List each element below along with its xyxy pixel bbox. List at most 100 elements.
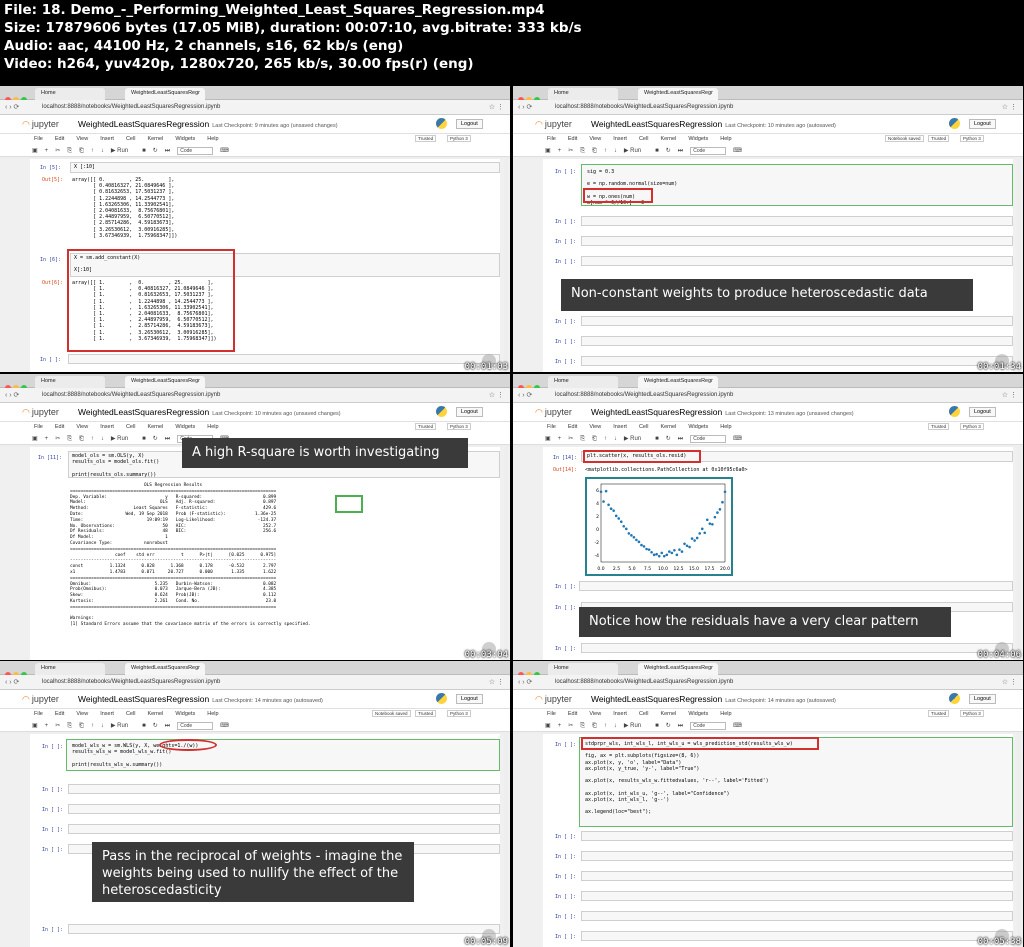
cut-icon[interactable]: ✂ — [55, 723, 60, 729]
notebook-title[interactable]: WeightedLeastSquaresRegression Last Check… — [591, 407, 854, 417]
save-icon[interactable]: ▣ — [545, 723, 551, 729]
empty-cell[interactable] — [581, 891, 1013, 901]
tab-home[interactable]: Home — [548, 663, 618, 675]
bookmark-icon[interactable]: ☆ ⋮ — [1002, 678, 1017, 686]
copy-icon[interactable]: ⎘ — [67, 436, 72, 442]
add-cell-icon[interactable]: + — [558, 148, 562, 154]
fast-forward-icon[interactable]: ⏭ — [678, 436, 683, 442]
menu-kernel[interactable]: Kernel — [147, 136, 163, 142]
empty-cell[interactable] — [581, 356, 1013, 366]
menu-edit[interactable]: Edit — [568, 424, 577, 430]
bookmark-icon[interactable]: ☆ ⋮ — [489, 678, 504, 686]
empty-cell[interactable] — [581, 256, 1013, 266]
menu-help[interactable]: Help — [207, 424, 218, 430]
keyboard-icon[interactable]: ⌨ — [733, 436, 742, 442]
menu-help[interactable]: Help — [207, 711, 218, 717]
cut-icon[interactable]: ✂ — [55, 436, 60, 442]
add-cell-icon[interactable]: + — [45, 436, 49, 442]
empty-cell[interactable] — [581, 643, 1013, 653]
menu-file[interactable]: File — [547, 136, 556, 142]
paste-icon[interactable]: ⎗ — [79, 436, 84, 442]
trusted-badge[interactable]: Trusted — [415, 135, 437, 142]
bookmark-icon[interactable]: ☆ ⋮ — [1002, 391, 1017, 399]
menu-file[interactable]: File — [34, 136, 43, 142]
menu-view[interactable]: View — [76, 136, 88, 142]
trusted-badge[interactable]: Trusted — [928, 710, 950, 717]
move-up-icon[interactable]: ↑ — [604, 148, 607, 154]
scrollbar[interactable] — [1017, 734, 1021, 947]
tab-home[interactable]: Home — [548, 376, 618, 388]
menu-file[interactable]: File — [547, 711, 556, 717]
notebook-title[interactable]: WeightedLeastSquaresRegression Last Check… — [78, 694, 323, 704]
cut-icon[interactable]: ✂ — [568, 723, 573, 729]
nav-arrows-icon[interactable]: ‹ › ⟳ — [5, 391, 19, 399]
restart-icon[interactable]: ↻ — [666, 148, 671, 154]
cut-icon[interactable]: ✂ — [568, 436, 573, 442]
paste-icon[interactable]: ⎗ — [592, 436, 597, 442]
code-cell-5[interactable] — [70, 162, 500, 173]
logout-button[interactable]: Logout — [456, 694, 483, 704]
move-down-icon[interactable]: ↓ — [101, 436, 104, 442]
run-button[interactable]: ▶ Run — [111, 148, 135, 154]
menu-widgets[interactable]: Widgets — [175, 136, 195, 142]
trusted-badge[interactable]: Trusted — [928, 423, 950, 430]
nav-arrows-icon[interactable]: ‹ › ⟳ — [5, 678, 19, 686]
add-cell-icon[interactable]: + — [558, 723, 562, 729]
nav-arrows-icon[interactable]: ‹ › ⟳ — [518, 391, 532, 399]
scrollbar[interactable] — [504, 447, 508, 660]
stop-icon[interactable]: ■ — [655, 148, 659, 154]
menu-help[interactable]: Help — [720, 136, 731, 142]
empty-cell[interactable] — [581, 851, 1013, 861]
menu-kernel[interactable]: Kernel — [147, 711, 163, 717]
logout-button[interactable]: Logout — [969, 407, 996, 417]
address-bar[interactable]: ‹ › ⟳ localhost:8888/notebooks/WeightedLe… — [0, 100, 510, 115]
run-button[interactable]: ▶ Run — [111, 723, 135, 729]
nav-arrows-icon[interactable]: ‹ › ⟳ — [518, 678, 532, 686]
menu-kernel[interactable]: Kernel — [660, 136, 676, 142]
logout-button[interactable]: Logout — [969, 119, 996, 129]
fast-forward-icon[interactable]: ⏭ — [678, 148, 683, 154]
logout-button[interactable]: Logout — [456, 407, 483, 417]
keyboard-icon[interactable]: ⌨ — [220, 148, 229, 154]
menu-edit[interactable]: Edit — [568, 136, 577, 142]
cell-type-select[interactable]: Code — [690, 435, 727, 443]
menu-help[interactable]: Help — [720, 711, 731, 717]
cell-type-select[interactable]: Code — [690, 147, 727, 155]
tab-notebook[interactable]: WeightedLeastSquaresRegr — [638, 663, 718, 675]
fast-forward-icon[interactable]: ⏭ — [165, 436, 170, 442]
menu-kernel[interactable]: Kernel — [660, 424, 676, 430]
empty-cell[interactable] — [68, 924, 500, 934]
tab-home[interactable]: Home — [35, 376, 105, 388]
menu-help[interactable]: Help — [720, 424, 731, 430]
tab-notebook[interactable]: WeightedLeastSquaresRegr — [125, 376, 205, 388]
copy-icon[interactable]: ⎘ — [580, 148, 585, 154]
move-up-icon[interactable]: ↑ — [91, 436, 94, 442]
bookmark-icon[interactable]: ☆ ⋮ — [489, 103, 504, 111]
logout-button[interactable]: Logout — [969, 694, 996, 704]
menu-file[interactable]: File — [34, 711, 43, 717]
menu-widgets[interactable]: Widgets — [688, 711, 708, 717]
run-button[interactable]: ▶ Run — [624, 148, 648, 154]
menu-insert[interactable]: Insert — [100, 711, 114, 717]
cell-type-select[interactable]: Code — [177, 722, 214, 730]
scrollbar[interactable] — [504, 159, 508, 372]
jupyter-logo[interactable]: ◠ jupyter — [535, 119, 572, 130]
menu-view[interactable]: View — [76, 424, 88, 430]
save-icon[interactable]: ▣ — [32, 723, 38, 729]
menu-cell[interactable]: Cell — [639, 136, 648, 142]
logout-button[interactable]: Logout — [456, 119, 483, 129]
menu-insert[interactable]: Insert — [100, 136, 114, 142]
keyboard-icon[interactable]: ⌨ — [220, 723, 229, 729]
menu-view[interactable]: View — [589, 136, 601, 142]
restart-icon[interactable]: ↻ — [666, 723, 671, 729]
tab-notebook[interactable]: WeightedLeastSquaresRegr — [125, 88, 205, 100]
bookmark-icon[interactable]: ☆ ⋮ — [1002, 103, 1017, 111]
move-up-icon[interactable]: ↑ — [91, 148, 94, 154]
tab-notebook[interactable]: WeightedLeastSquaresRegr — [125, 663, 205, 675]
trusted-badge[interactable]: Trusted — [928, 135, 950, 142]
copy-icon[interactable]: ⎘ — [580, 436, 585, 442]
menu-insert[interactable]: Insert — [100, 424, 114, 430]
add-cell-icon[interactable]: + — [45, 148, 49, 154]
notebook-title[interactable]: WeightedLeastSquaresRegression Last Check… — [591, 694, 836, 704]
move-up-icon[interactable]: ↑ — [604, 436, 607, 442]
